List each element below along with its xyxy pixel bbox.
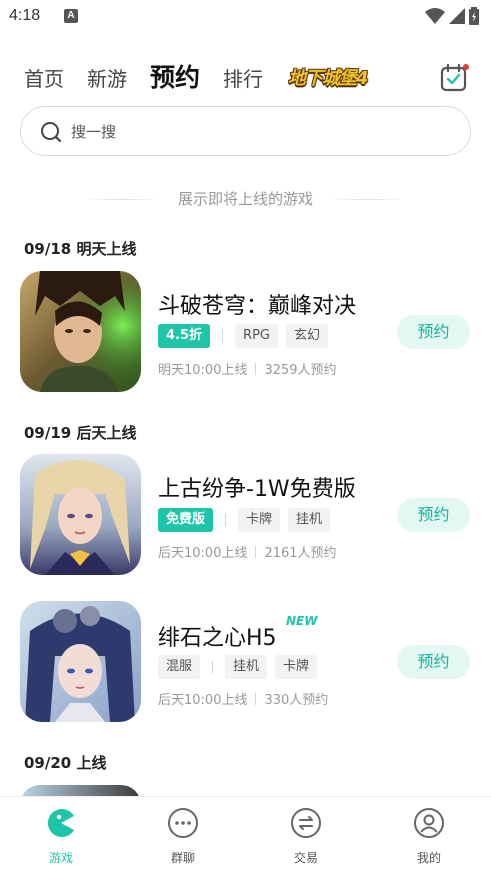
promo-banner-tab[interactable]: 地下城堡4 [288, 64, 369, 90]
calendar-check-icon [440, 63, 469, 92]
tag-row: 4.5折 RPG 玄幻 [158, 324, 328, 348]
reservation-count: 3259人预约 [264, 363, 337, 378]
genre-tag: 挂机 [288, 508, 331, 532]
signal-icon [449, 8, 465, 24]
pacman-icon [47, 809, 74, 837]
meta-separator [255, 692, 257, 705]
reservation-count: 2161人预约 [264, 546, 337, 561]
top-tabs: 首页 新游 预约 排行 地下城堡4 [0, 58, 491, 98]
game-meta: 明天10:00上线 3259人预约 [158, 359, 337, 378]
genre-tag: 挂机 [225, 655, 268, 679]
game-icon[interactable] [20, 601, 141, 722]
tab-new-games[interactable]: 新游 [87, 63, 127, 92]
status-time: 4:18 [9, 7, 41, 24]
nav-group-chat[interactable]: 群聊 [143, 807, 223, 866]
tag-row: 免费版 卡牌 挂机 [158, 508, 331, 532]
reserve-button[interactable]: 预约 [397, 498, 470, 532]
calendar-button[interactable] [439, 63, 469, 93]
reserve-button[interactable]: 预约 [397, 315, 470, 349]
nav-label: 群聊 [170, 851, 195, 865]
date-header: 09/20 上线 [24, 754, 107, 772]
user-icon [414, 808, 444, 838]
notification-icon: A [64, 9, 78, 23]
launch-time: 后天10:00上线 [158, 546, 248, 561]
game-item[interactable]: 上古纷争-1W免费版 免费版 卡牌 挂机 后天10:00上线 2161人预约 预… [0, 454, 491, 576]
meta-separator [255, 545, 257, 558]
search-icon [41, 122, 62, 143]
search-bar[interactable]: 搜一搜 [20, 106, 471, 156]
tag-separator [212, 661, 214, 673]
genre-tag: 混服 [158, 655, 201, 679]
bottom-nav: 游戏 群聊 交易 我的 [0, 796, 491, 872]
battery-icon [469, 7, 479, 25]
tab-ranking[interactable]: 排行 [223, 63, 263, 92]
nav-label: 交易 [293, 851, 318, 865]
nav-label: 游戏 [48, 851, 73, 865]
genre-tag: 卡牌 [275, 655, 318, 679]
date-header: 09/19 后天上线 [24, 424, 137, 442]
game-item[interactable]: 斗破苍穹：巅峰对决 4.5折 RPG 玄幻 明天10:00上线 3259人预约 … [0, 271, 491, 393]
discount-badge: 4.5折 [158, 324, 211, 348]
chat-icon [168, 808, 198, 838]
game-meta: 后天10:00上线 330人预约 [158, 689, 328, 708]
date-header: 09/18 明天上线 [24, 240, 137, 258]
reserve-button[interactable]: 预约 [397, 645, 470, 679]
game-meta: 后天10:00上线 2161人预约 [158, 542, 337, 561]
divider-right [330, 199, 405, 200]
game-item[interactable]: 绯石之心H5 NEW 混服 挂机 卡牌 后天10:00上线 330人预约 预约 [0, 601, 491, 723]
game-title: 绯石之心H5 [158, 626, 277, 651]
launch-time: 后天10:00上线 [158, 693, 248, 708]
tag-separator [225, 514, 227, 526]
genre-tag: RPG [235, 324, 278, 348]
exchange-icon [291, 808, 321, 838]
tab-reservation[interactable]: 预约 [150, 58, 200, 94]
tag-row: 混服 挂机 卡牌 [158, 655, 318, 679]
status-icons [425, 7, 479, 25]
reservation-count: 330人预约 [264, 693, 329, 708]
nav-trade[interactable]: 交易 [266, 807, 346, 866]
wifi-icon [425, 8, 445, 24]
new-badge: NEW [286, 614, 318, 628]
game-icon[interactable] [20, 271, 141, 392]
tag-separator [222, 330, 224, 342]
game-title: 斗破苍穹：巅峰对决 [158, 294, 357, 319]
status-bar: 4:18 A [0, 0, 491, 34]
tab-home[interactable]: 首页 [24, 63, 64, 92]
game-title: 上古纷争-1W免费版 [158, 477, 356, 502]
search-placeholder: 搜一搜 [71, 123, 117, 141]
nav-games[interactable]: 游戏 [21, 807, 101, 866]
nav-label: 我的 [416, 851, 441, 865]
nav-profile[interactable]: 我的 [389, 807, 469, 866]
free-badge: 免费版 [158, 508, 214, 532]
game-icon[interactable] [20, 454, 141, 575]
section-caption: 展示即将上线的游戏 [177, 190, 313, 208]
meta-separator [255, 362, 257, 375]
genre-tag: 玄幻 [285, 324, 328, 348]
launch-time: 明天10:00上线 [158, 363, 248, 378]
genre-tag: 卡牌 [238, 508, 281, 532]
